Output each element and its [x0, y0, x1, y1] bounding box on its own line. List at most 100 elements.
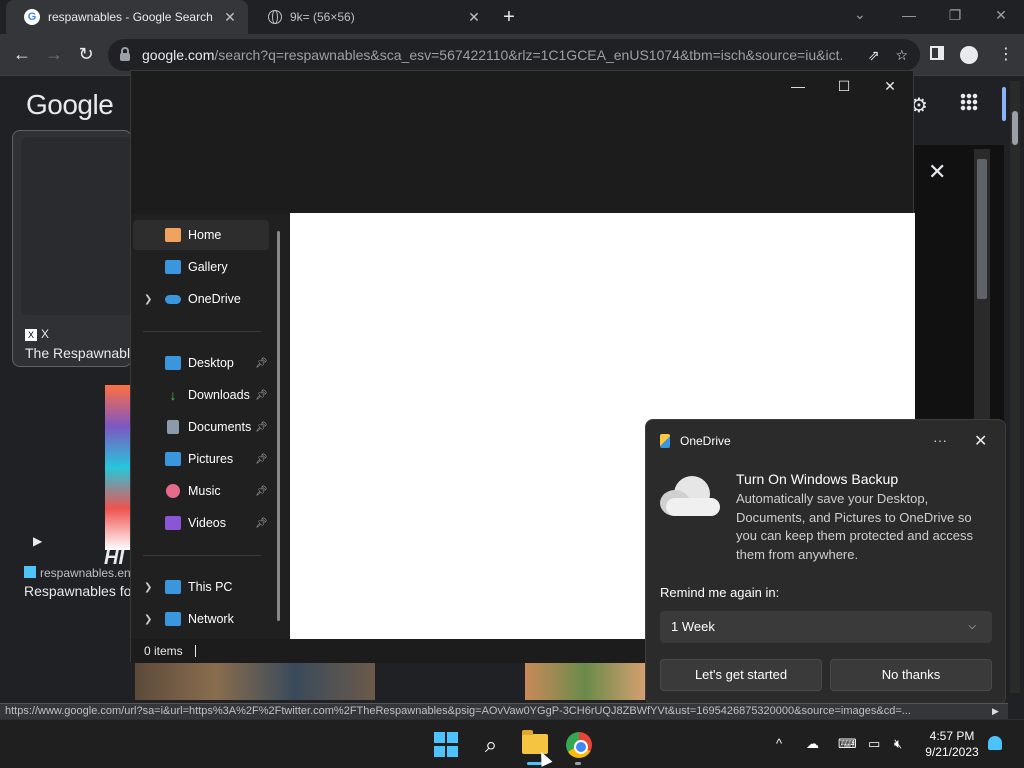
maximize-button[interactable]: ☐: [821, 75, 867, 97]
nav-item-desktop[interactable]: Desktop 📌︎: [133, 348, 269, 378]
nav-item-music[interactable]: Music 📌︎: [133, 476, 269, 506]
notification-bell-icon[interactable]: [988, 736, 1002, 750]
tab-respawnables-search[interactable]: G respawnables - Google Search ✕: [6, 0, 248, 34]
back-arrow-icon[interactable]: ←: [10, 44, 34, 65]
nav-item-this-pc[interactable]: ❯ This PC: [133, 572, 269, 602]
status-divider: [194, 645, 196, 657]
nav-item-gallery[interactable]: Gallery: [133, 252, 269, 282]
flyout-description: Automatically save your Desktop, Documen…: [736, 491, 974, 562]
new-tab-button[interactable]: +: [498, 6, 520, 29]
date-text: 9/21/2023: [925, 745, 979, 759]
result-thumbnail[interactable]: [21, 137, 133, 315]
pin-icon[interactable]: 📌︎: [255, 422, 268, 433]
onedrive-tray-icon[interactable]: ☁: [806, 736, 819, 752]
no-thanks-button[interactable]: No thanks: [830, 659, 992, 691]
pin-icon[interactable]: 📌︎: [255, 390, 268, 401]
profile-avatar-icon[interactable]: [960, 46, 978, 64]
search-icon[interactable]: ⌕: [478, 732, 504, 758]
chevron-right-icon: ▶: [992, 706, 999, 716]
image-result-card[interactable]: XX The Respawnabl: [12, 130, 133, 367]
close-preview-icon[interactable]: ✕: [928, 159, 946, 185]
close-tab-icon[interactable]: ✕: [222, 9, 238, 26]
explorer-window-controls: — ☐ ✕: [775, 75, 913, 97]
close-flyout-button[interactable]: ✕: [974, 431, 987, 451]
documents-icon: [167, 420, 179, 434]
chrome-taskbar-icon[interactable]: [566, 732, 592, 758]
address-bar[interactable]: google.com/search?q=respawnables&sca_esv…: [108, 39, 920, 71]
app-name: OneDrive: [680, 434, 731, 448]
chevron-right-icon[interactable]: ❯: [144, 294, 152, 305]
show-hidden-icons-button[interactable]: ^: [776, 736, 782, 751]
browser-menu-icon[interactable]: ⋮: [998, 44, 1014, 64]
nav-item-home[interactable]: Home: [133, 220, 269, 250]
nav-divider: [143, 555, 261, 556]
selected-interval: 1 Week: [671, 619, 715, 634]
windows-taskbar: ⌕ ^ ☁ ⌨ ▭ 🔇︎ 4:57 PM 9/21/2023: [0, 719, 1024, 768]
onedrive-icon: [165, 294, 181, 304]
clock[interactable]: 4:57 PM 9/21/2023: [920, 728, 984, 760]
x-logo-icon: X: [25, 329, 37, 341]
tab-search-chevron-icon[interactable]: ⌄: [854, 6, 866, 23]
forward-arrow-icon[interactable]: →: [42, 44, 66, 65]
navigation-pane: Home Gallery ❯ OneDrive Desktop 📌︎ ↓ Down…: [131, 214, 289, 639]
flyout-header: OneDrive: [660, 434, 731, 448]
result-title[interactable]: The Respawnabl: [25, 345, 130, 361]
volume-muted-icon[interactable]: 🔇︎: [894, 736, 902, 752]
minimize-button[interactable]: —: [886, 0, 932, 30]
sign-in-button-edge[interactable]: [1002, 87, 1006, 121]
pin-icon[interactable]: 📌︎: [255, 518, 268, 529]
pin-icon[interactable]: 📌︎: [255, 454, 268, 465]
lock-icon[interactable]: [120, 47, 130, 61]
network-tray-icon[interactable]: ▭: [868, 736, 880, 752]
site-favicon-icon: [24, 566, 36, 578]
tab-image-9k[interactable]: 9k= (56×56) ✕: [250, 0, 492, 34]
link-status-url: https://www.google.com/url?sa=i&url=http…: [0, 703, 1008, 719]
result-thumbnail[interactable]: [135, 662, 375, 700]
close-tab-icon[interactable]: ✕: [466, 9, 482, 26]
google-logo[interactable]: Google: [26, 89, 114, 121]
lets-get-started-button[interactable]: Let's get started: [660, 659, 822, 691]
close-button[interactable]: ✕: [867, 75, 913, 97]
result-title[interactable]: Respawnables fo: [24, 583, 131, 599]
play-icon[interactable]: ▶: [33, 534, 42, 548]
videos-icon: [165, 516, 181, 530]
google-apps-icon[interactable]: [960, 93, 978, 111]
side-panel-icon[interactable]: [930, 46, 944, 60]
scrollbar-thumb[interactable]: [1012, 111, 1018, 145]
running-app-indicator: [575, 762, 581, 765]
close-button[interactable]: ✕: [978, 0, 1024, 30]
onedrive-logo-icon: [660, 434, 670, 448]
chevron-right-icon[interactable]: ❯: [144, 582, 152, 593]
remind-interval-dropdown[interactable]: 1 Week ⌵: [660, 611, 992, 643]
nav-item-onedrive[interactable]: ❯ OneDrive: [133, 284, 269, 314]
result-thumbnail[interactable]: [105, 385, 130, 550]
pictures-icon: [165, 452, 181, 466]
chevron-right-icon[interactable]: ❯: [144, 614, 152, 625]
navigation-scrollbar[interactable]: [277, 231, 280, 621]
page-scrollbar[interactable]: [1010, 81, 1020, 693]
pin-icon[interactable]: 📌︎: [255, 358, 268, 369]
bookmark-star-icon[interactable]: ☆: [895, 47, 908, 64]
result-thumbnail[interactable]: [525, 662, 645, 700]
share-icon[interactable]: ⇗: [868, 47, 880, 64]
pin-icon[interactable]: 📌︎: [255, 486, 268, 497]
remind-label: Remind me again in:: [660, 585, 780, 600]
nav-item-network[interactable]: ❯ Network: [133, 604, 269, 634]
minimize-button[interactable]: —: [775, 75, 821, 97]
tab-title: respawnables - Google Search: [48, 10, 213, 24]
nav-item-downloads[interactable]: ↓ Downloads 📌︎: [133, 380, 269, 410]
nav-item-pictures[interactable]: Pictures 📌︎: [133, 444, 269, 474]
flyout-title: Turn On Windows Backup: [736, 471, 899, 487]
reload-icon[interactable]: ↻: [74, 44, 98, 65]
result-source: respawnables.en: [24, 566, 131, 580]
nav-item-videos[interactable]: Videos 📌︎: [133, 508, 269, 538]
this-pc-icon: [165, 580, 181, 594]
restore-button[interactable]: ❐: [932, 0, 978, 30]
nav-item-documents[interactable]: Documents 📌︎: [133, 412, 269, 442]
start-button[interactable]: [434, 732, 460, 758]
url-text[interactable]: google.com/search?q=respawnables&sca_esv…: [142, 47, 842, 63]
time-text: 4:57 PM: [929, 729, 975, 743]
more-options-button[interactable]: ···: [933, 432, 947, 448]
scrollbar-thumb[interactable]: [977, 159, 987, 299]
keyboard-icon[interactable]: ⌨: [838, 736, 857, 752]
